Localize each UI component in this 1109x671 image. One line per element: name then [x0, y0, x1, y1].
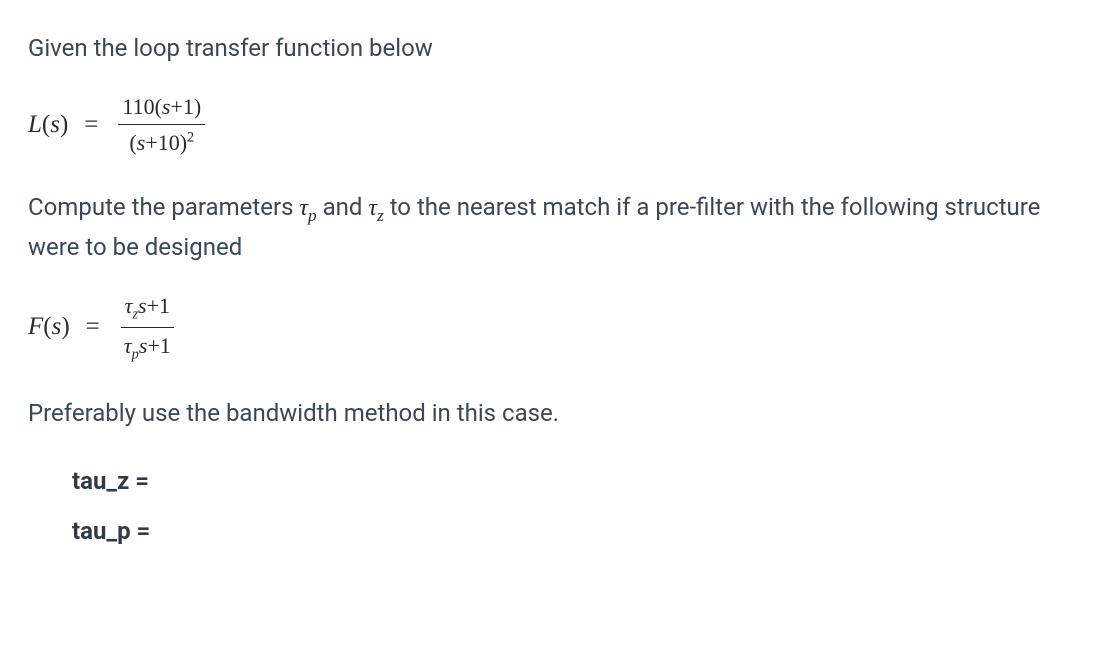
eq2-denominator: τps+1	[120, 328, 175, 366]
eq1-fraction: 110(s+1) (s+10)2	[118, 90, 205, 159]
tau-p-sub: p	[308, 206, 317, 225]
eq2-equals: =	[86, 308, 100, 346]
eq2-lhs: F(s)	[28, 308, 70, 346]
eq1-denominator: (s+10)2	[125, 125, 198, 159]
eq1-lhs-var: L	[28, 106, 42, 144]
answer-row-tau-p: tau_p =	[72, 513, 1081, 549]
prompt-paragraph-3: Preferably use the bandwidth method in t…	[28, 395, 1081, 431]
eq2-lhs-arg: s	[52, 308, 62, 346]
answer-section: tau_z = tau_p =	[72, 463, 1081, 549]
eq1-numerator: 110(s+1)	[118, 90, 205, 125]
para2-text-a: Compute the parameters	[28, 193, 299, 221]
para2-text-b: and	[317, 193, 369, 221]
prompt-paragraph-2: Compute the parameters τp and τz to the …	[28, 189, 1081, 265]
inline-tau-z: τz	[368, 195, 383, 221]
eq1-num-coeff: 110	[122, 94, 154, 119]
eq2-den-tau: τ	[124, 333, 132, 358]
eq1-lhs-arg: s	[50, 106, 60, 144]
answer-row-tau-z: tau_z =	[72, 463, 1081, 499]
eq2-den-sub: p	[132, 346, 139, 362]
tau-z-sub: z	[377, 206, 384, 225]
prompt-paragraph-1: Given the loop transfer function below	[28, 30, 1081, 66]
eq1-lhs: L(s)	[28, 106, 68, 144]
equation-loop-transfer: L(s) = 110(s+1) (s+10)2	[28, 90, 1081, 159]
eq1-equals: =	[84, 106, 98, 144]
inline-tau-p: τp	[299, 195, 316, 221]
eq2-lhs-var: F	[28, 308, 43, 346]
eq2-numerator: τzs+1	[121, 289, 174, 328]
eq2-fraction: τzs+1 τps+1	[120, 289, 175, 366]
tau-z-label: tau_z =	[72, 463, 149, 499]
tau-z-sym: τ	[368, 195, 377, 221]
eq1-den-exp: 2	[187, 130, 194, 146]
tau-p-label: tau_p =	[72, 513, 150, 549]
tau-p-sym: τ	[299, 195, 308, 221]
equation-prefilter: F(s) = τzs+1 τps+1	[28, 289, 1081, 366]
